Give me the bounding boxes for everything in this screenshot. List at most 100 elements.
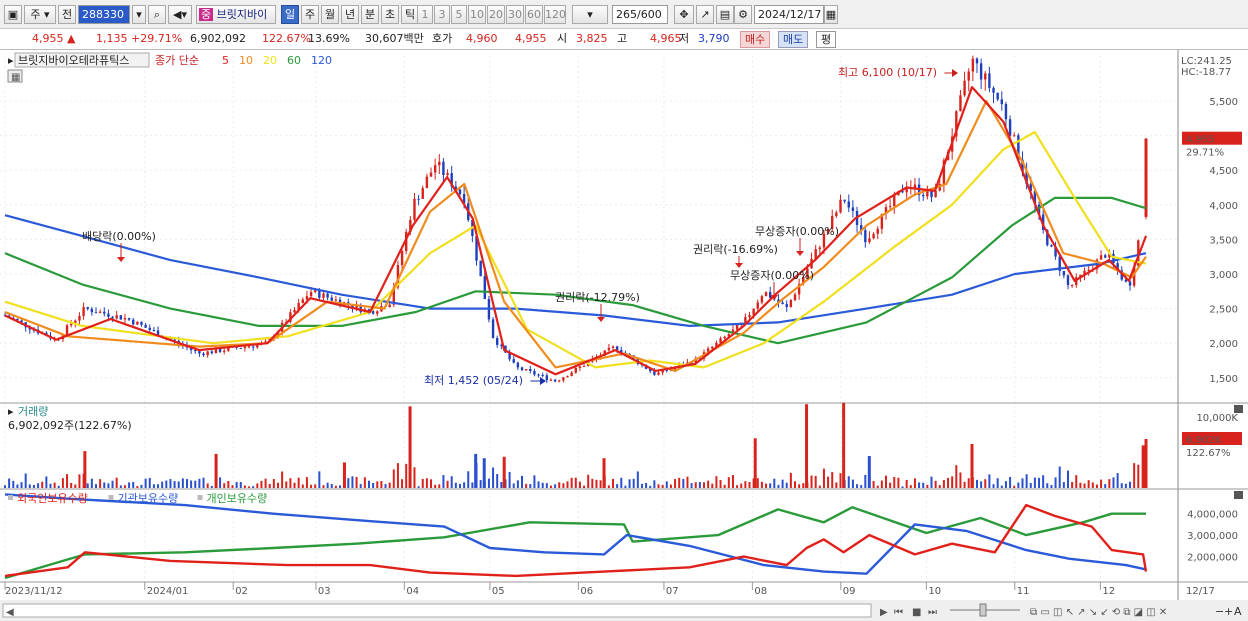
interval-tab-120[interactable]: 120 — [544, 5, 566, 24]
calendar-icon[interactable]: ▦ — [824, 5, 838, 24]
volume-bar — [1004, 481, 1007, 488]
scroll-track[interactable] — [2, 603, 872, 618]
interval-tab-1[interactable]: 1 — [417, 5, 433, 24]
candle-body — [793, 294, 797, 301]
volume-bar — [165, 480, 168, 488]
volume-pane-close-icon[interactable] — [1234, 405, 1243, 413]
volume-spike — [474, 453, 478, 488]
count-field[interactable]: 265/600 — [612, 5, 668, 24]
interval-tab-60[interactable]: 60 — [525, 5, 543, 24]
open: 3,825 — [576, 32, 608, 45]
volume-spike — [805, 404, 809, 488]
stop-icon[interactable]: ■ — [912, 607, 921, 618]
holding-pane-close-icon[interactable] — [1234, 491, 1243, 499]
end-date-label: 12/17 — [1186, 586, 1215, 597]
volume-bar — [78, 474, 81, 488]
volume-bar — [173, 481, 176, 488]
all-toggle[interactable]: 전 — [58, 5, 76, 24]
volume-bar — [996, 478, 999, 488]
volume-bar — [723, 484, 726, 488]
zoom-slider-thumb[interactable] — [979, 603, 987, 617]
candle-body — [69, 323, 73, 326]
volume-bar — [413, 467, 416, 488]
volume-bar — [785, 482, 788, 488]
volume-bar — [190, 480, 193, 488]
trend-line-icon[interactable]: ↗ — [696, 5, 714, 24]
save-icon[interactable]: ▤ — [716, 5, 734, 24]
sell-button[interactable]: 매도 — [778, 31, 809, 48]
interval-tab-10[interactable]: 10 — [468, 5, 486, 24]
market-type-select[interactable]: 주 ▾ — [24, 5, 56, 24]
volume-bar — [438, 484, 441, 488]
candle-body — [495, 338, 499, 345]
volume-bar — [181, 478, 184, 488]
holding-tick-label: 3,000,000 — [1187, 531, 1238, 542]
volume-bar — [446, 480, 449, 488]
volume-bar — [384, 484, 387, 488]
volume-bar — [930, 476, 933, 488]
volume-spike — [502, 456, 506, 488]
zoom-out-icon[interactable]: − — [1215, 605, 1224, 618]
settings-icon[interactable]: ⚙ — [734, 5, 752, 24]
holding-legend-marker — [108, 495, 114, 500]
font-icon[interactable]: A — [1234, 605, 1242, 618]
price-tick-label: 4,500 — [1209, 166, 1238, 177]
candle-body — [413, 198, 416, 220]
candle-body — [558, 380, 561, 382]
period-tab-2[interactable]: 월 — [321, 5, 339, 24]
volume-bar — [686, 476, 689, 488]
interval-tab-30[interactable]: 30 — [506, 5, 524, 24]
volume-bar — [926, 484, 929, 488]
avg-button[interactable]: 평 — [816, 31, 837, 48]
interval-tab-5[interactable]: 5 — [451, 5, 467, 24]
high: 4,965 — [650, 32, 682, 45]
search-icon[interactable]: ⌕ — [148, 5, 166, 24]
volume-bar — [103, 482, 106, 488]
candle-body — [1013, 135, 1016, 137]
month-label: 10 — [928, 586, 941, 597]
period-tab-5[interactable]: 초 — [381, 5, 399, 24]
candle-body — [479, 260, 482, 277]
code-dropdown-icon[interactable]: ▾ — [132, 5, 146, 24]
candle-body — [94, 312, 98, 314]
low-label: 저 — [679, 32, 690, 45]
candle-body — [239, 347, 242, 349]
low: 3,790 — [698, 32, 730, 45]
window-icon[interactable]: ▣ — [4, 5, 22, 24]
zoom-in-icon[interactable]: + — [1224, 605, 1233, 618]
volume-bar — [789, 472, 792, 488]
volume-last-pct: 122.67% — [1186, 448, 1231, 459]
period-tab-4[interactable]: 분 — [361, 5, 379, 24]
candle-body — [446, 173, 449, 176]
candle-body — [760, 296, 764, 303]
range-dropdown[interactable]: ▾ — [572, 5, 608, 24]
volume-bar — [545, 483, 548, 488]
scroll-left-icon[interactable]: ◀ — [6, 607, 14, 618]
period-tab-0[interactable]: 일 — [281, 5, 299, 24]
fast-forward-icon[interactable]: ⏭ — [928, 607, 937, 618]
volume-bar — [562, 483, 565, 488]
volume-bar — [736, 485, 739, 488]
volume-bar — [185, 479, 188, 488]
stock-code-input[interactable]: 288330 — [78, 5, 130, 24]
volume-bar — [388, 482, 391, 488]
candle-body — [388, 304, 391, 308]
rewind-icon[interactable]: ⏮ — [894, 607, 903, 618]
date-field[interactable]: 2024/12/17 — [754, 5, 824, 24]
candle-body — [876, 228, 879, 234]
scroll-right-icon[interactable]: ▶ — [880, 607, 888, 618]
interval-tab-20[interactable]: 20 — [487, 5, 505, 24]
buy-button[interactable]: 매수 — [740, 31, 771, 48]
volume-bar — [61, 478, 64, 488]
volume-bar — [1100, 479, 1103, 488]
interval-tab-3[interactable]: 3 — [434, 5, 450, 24]
volume-bar — [334, 485, 337, 488]
crosshair-icon[interactable]: ✥ — [674, 5, 694, 24]
speaker-icon[interactable]: ◀▾ — [168, 5, 192, 24]
period-tab-3[interactable]: 년 — [341, 5, 359, 24]
volume-bar — [351, 476, 354, 488]
tool-icons[interactable]: ⧉ ▭ ◫ ↖ ↗ ↘ ↙ ⟲ ⧉ ◪ ◫ ✕ — [1030, 607, 1167, 618]
stock-chart[interactable]: 최고 6,100 (10/17) 최저 1,452 (05/24) 배당락(0.00… — [0, 50, 1248, 621]
volume-bar — [963, 481, 966, 488]
period-tab-1[interactable]: 주 — [301, 5, 319, 24]
